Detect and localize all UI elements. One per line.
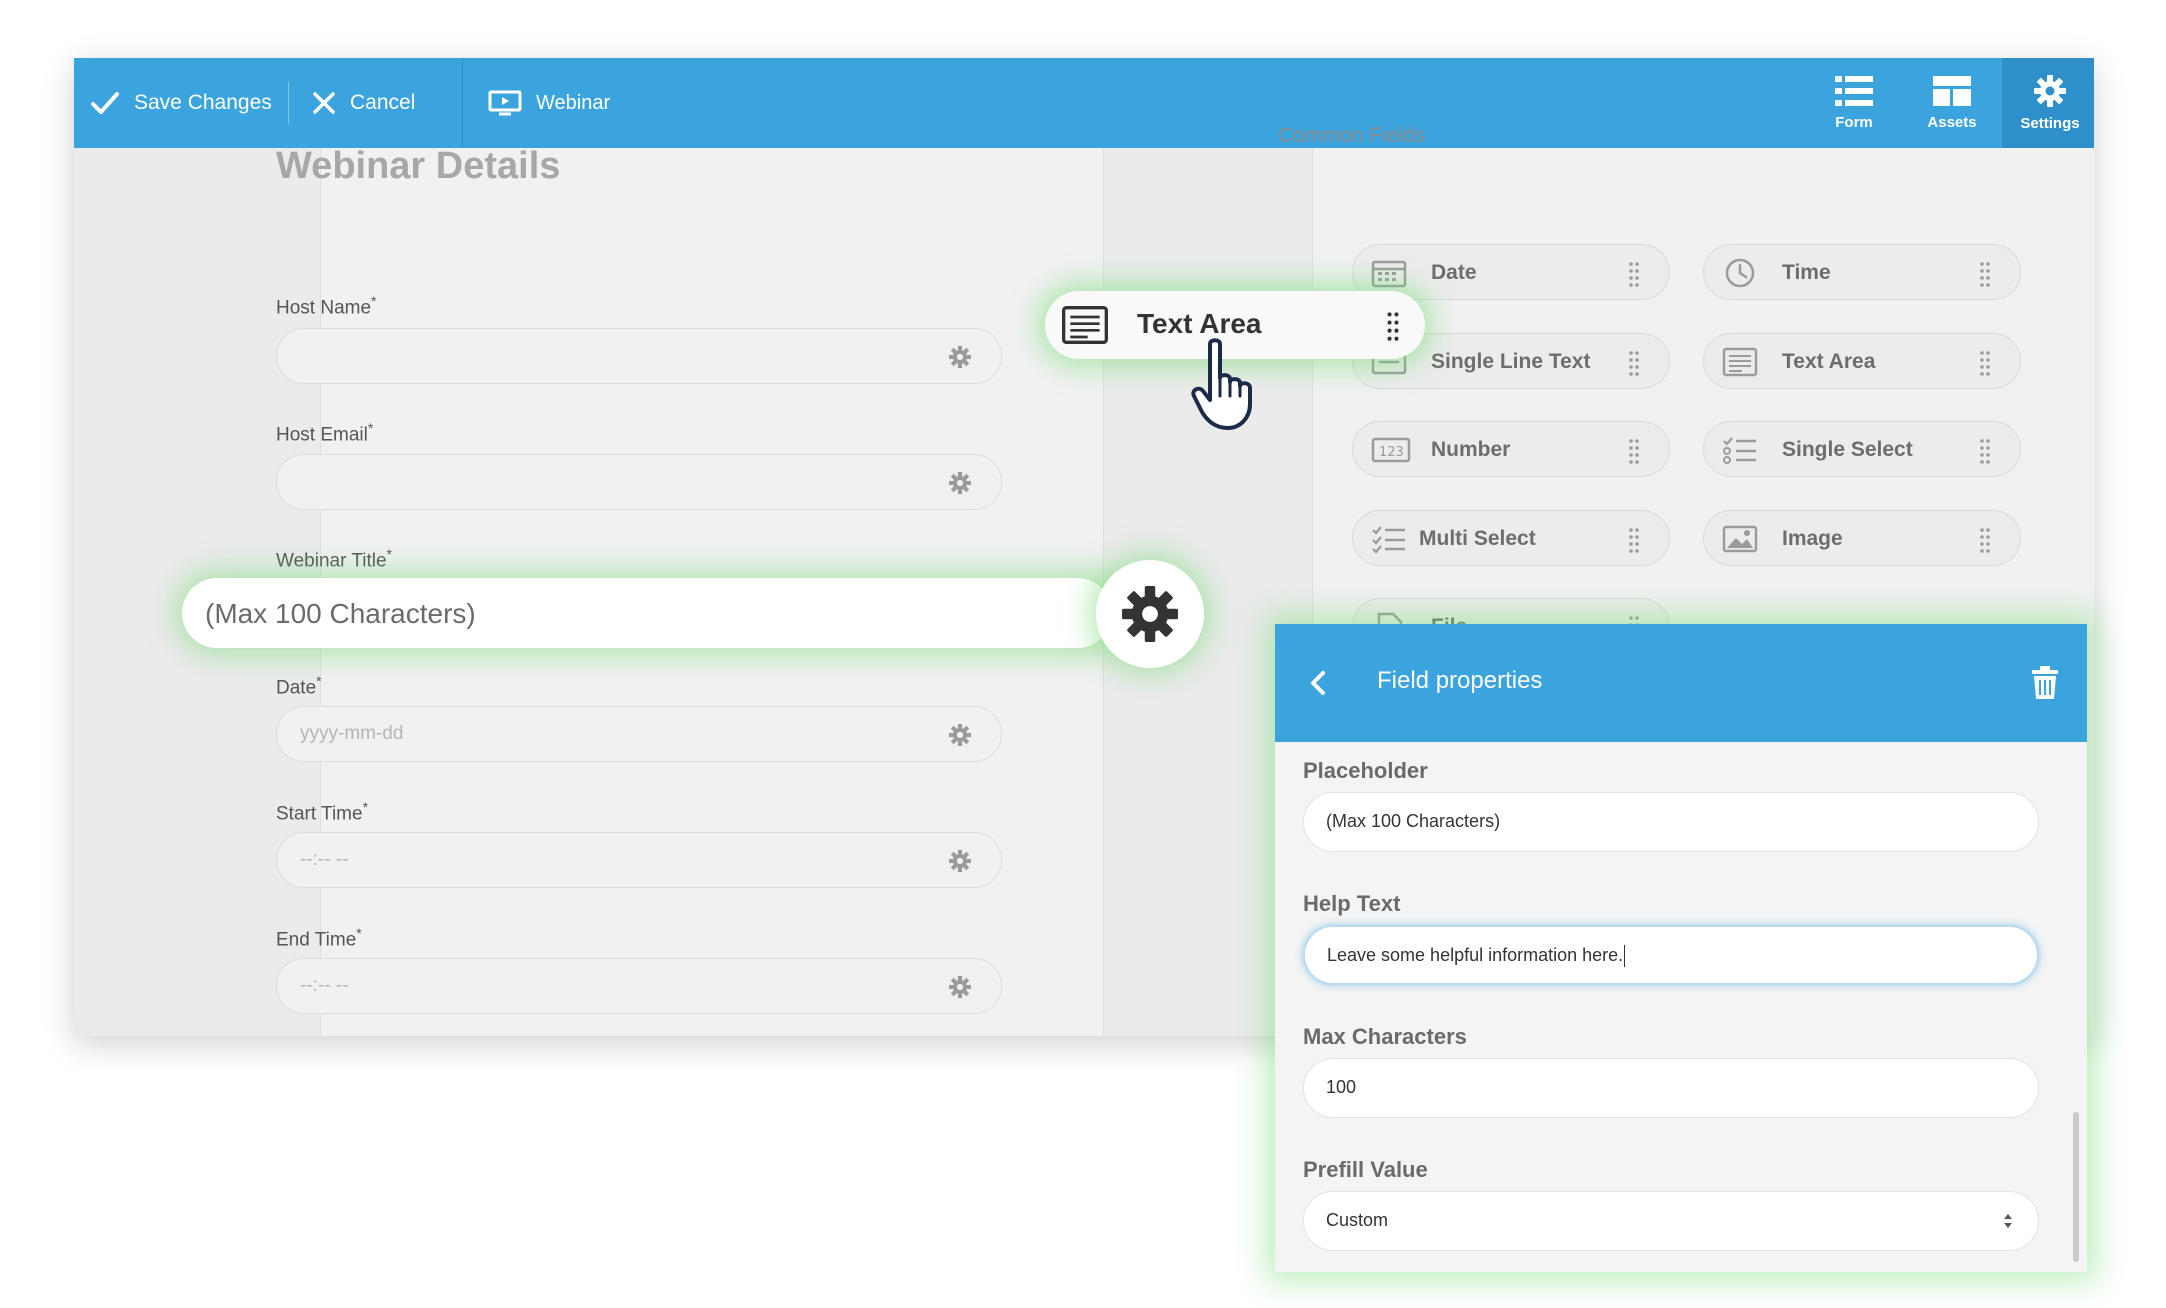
field-chip-text-area[interactable]: Text Area — [1703, 333, 2021, 389]
gear-icon — [2034, 74, 2066, 107]
field-chip-label: Text Area — [1782, 350, 1876, 373]
clock-icon — [1725, 258, 1755, 288]
multi-select-icon — [1372, 526, 1405, 554]
field-chip-label: Image — [1782, 527, 1843, 550]
placeholder-label: Placeholder — [1303, 758, 1428, 783]
presentation-icon — [488, 90, 522, 116]
scrollbar[interactable] — [2073, 1112, 2079, 1262]
field-chip-label: Time — [1782, 261, 1831, 284]
start-time-input[interactable]: --:-- -- — [276, 832, 1002, 888]
field-chip-label: Single Line Text — [1431, 350, 1591, 373]
chevron-left-icon[interactable] — [1309, 670, 1327, 696]
common-fields-title: Common Fields — [1278, 124, 1426, 147]
date-label: Date* — [276, 673, 322, 699]
host-name-label: Host Name* — [276, 293, 377, 319]
field-chip-number[interactable]: 123 Number — [1352, 421, 1670, 477]
layout-icon — [1933, 75, 1971, 106]
start-time-label: Start Time* — [276, 799, 369, 825]
end-time-placeholder: --:-- -- — [300, 975, 349, 996]
prefill-value-label: Prefill Value — [1303, 1157, 1428, 1182]
dragging-field-label: Text Area — [1137, 308, 1262, 339]
max-characters-value: 100 — [1326, 1077, 1357, 1097]
field-chip-image[interactable]: Image — [1703, 510, 2021, 566]
field-chip-multi-select[interactable]: Multi Select — [1352, 510, 1670, 566]
prefill-value-selected: Custom — [1326, 1210, 1389, 1230]
single-select-icon — [1723, 437, 1756, 464]
tab-assets[interactable]: Assets — [1904, 58, 2000, 148]
field-chip-label: Single Select — [1782, 438, 1913, 461]
date-input[interactable]: yyyy-mm-dd — [276, 706, 1002, 762]
max-characters-input[interactable]: 100 — [1303, 1058, 2039, 1118]
tab-form-label: Form — [1835, 113, 1873, 131]
close-icon — [313, 92, 335, 114]
panel-title: Field properties — [1377, 667, 1543, 694]
select-arrows-icon — [2004, 1214, 2012, 1228]
help-text-label: Help Text — [1303, 891, 1401, 916]
save-button-label: Save Changes — [134, 91, 272, 114]
webinar-title-label: Webinar Title* — [276, 546, 392, 572]
field-chip-time[interactable]: Time — [1703, 244, 2021, 300]
drag-handle-icon[interactable] — [1980, 261, 1990, 287]
text-area-icon — [1062, 306, 1108, 344]
page-title: Webinar Details — [276, 145, 561, 187]
tab-form[interactable]: Form — [1806, 58, 1902, 148]
drag-handle-icon[interactable] — [1629, 261, 1639, 287]
panel-header: Field properties — [1275, 624, 2087, 742]
help-text-value: Leave some helpful information here. — [1327, 945, 1626, 968]
drag-handle-icon[interactable] — [1980, 438, 1990, 464]
host-email-input[interactable] — [276, 454, 1002, 510]
gear-icon[interactable] — [949, 976, 971, 998]
placeholder-input[interactable]: (Max 100 Characters) — [1303, 792, 2039, 852]
form-name-label: Webinar — [536, 91, 611, 114]
date-placeholder: yyyy-mm-dd — [300, 723, 404, 744]
drag-handle-icon[interactable] — [1980, 527, 1990, 553]
drag-handle-icon[interactable] — [1387, 311, 1399, 341]
drag-handle-icon[interactable] — [1629, 350, 1639, 376]
field-chip-label: Date — [1431, 261, 1477, 284]
number-icon: 123 — [1371, 437, 1411, 463]
toolbar-divider — [288, 82, 289, 124]
form-name[interactable]: Webinar — [488, 58, 610, 148]
max-characters-label: Max Characters — [1303, 1024, 1467, 1049]
list-icon — [1835, 75, 1873, 106]
svg-text:123: 123 — [1379, 445, 1404, 460]
trash-icon[interactable] — [2031, 666, 2059, 700]
tab-settings[interactable]: Settings — [2002, 58, 2094, 148]
gear-icon[interactable] — [949, 850, 971, 872]
gear-icon — [1122, 586, 1178, 642]
save-button[interactable]: Save Changes — [90, 58, 272, 148]
cancel-button-label: Cancel — [350, 91, 416, 114]
host-name-input[interactable] — [276, 328, 1002, 384]
top-toolbar: Save Changes Cancel Webinar Form Assets … — [74, 58, 2094, 148]
tab-assets-label: Assets — [1927, 113, 1977, 131]
help-text-input[interactable]: Leave some helpful information here. — [1303, 925, 2039, 985]
gear-icon[interactable] — [949, 472, 971, 494]
end-time-label: End Time* — [276, 925, 362, 951]
calendar-icon — [1371, 260, 1407, 288]
start-time-placeholder: --:-- -- — [300, 849, 349, 870]
toolbar-divider — [462, 58, 463, 148]
check-icon — [91, 92, 119, 114]
field-chip-label: Number — [1431, 438, 1511, 461]
text-area-icon — [1722, 347, 1758, 377]
webinar-title-input[interactable]: (Max 100 Characters) — [182, 578, 1112, 648]
gear-icon[interactable] — [949, 346, 971, 368]
host-email-label: Host Email* — [276, 420, 374, 446]
tab-settings-label: Settings — [2020, 114, 2080, 132]
gear-icon[interactable] — [949, 724, 971, 746]
placeholder-value: (Max 100 Characters) — [1326, 811, 1501, 831]
image-icon — [1722, 525, 1758, 553]
field-settings-button[interactable] — [1096, 560, 1204, 668]
drag-handle-icon[interactable] — [1629, 438, 1639, 464]
prefill-value-select[interactable]: Custom — [1303, 1191, 2039, 1251]
drag-handle-icon[interactable] — [1980, 350, 1990, 376]
field-properties-panel: Field properties Placeholder (Max 100 Ch… — [1275, 624, 2087, 1272]
cancel-button[interactable]: Cancel — [312, 58, 415, 148]
drag-handle-icon[interactable] — [1629, 527, 1639, 553]
hand-pointer-icon — [1191, 338, 1252, 430]
field-chip-single-select[interactable]: Single Select — [1703, 421, 2021, 477]
end-time-input[interactable]: --:-- -- — [276, 958, 1002, 1014]
field-chip-label: Multi Select — [1419, 527, 1536, 550]
webinar-title-placeholder: (Max 100 Characters) — [205, 598, 476, 629]
